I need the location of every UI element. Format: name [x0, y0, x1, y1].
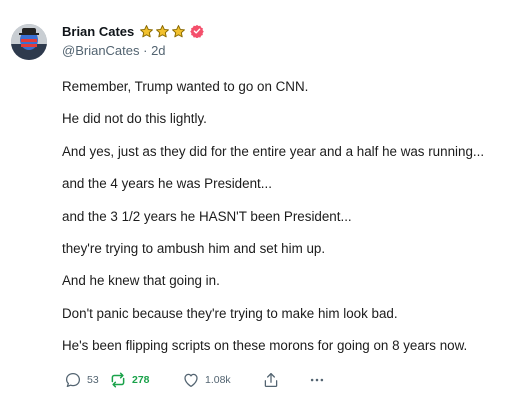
- heart-icon: [184, 373, 198, 388]
- post-header: Brian Cates @BrianCates · 2d: [62, 22, 515, 58]
- avatar-image: [11, 24, 47, 60]
- reply-count: 53: [87, 374, 99, 386]
- action-bar: 53 278 1.08k: [64, 371, 326, 389]
- repost-button[interactable]: 278: [109, 371, 182, 389]
- star-icon: [172, 24, 186, 37]
- like-count: 1.08k: [205, 374, 231, 386]
- like-button[interactable]: 1.08k: [182, 371, 262, 389]
- post-timestamp[interactable]: 2d: [151, 43, 165, 58]
- meta-separator: ·: [139, 43, 152, 58]
- post-text-line: they're trying to ambush him and set him…: [62, 240, 326, 256]
- post-body: Remember, Trump wanted to go on CNN. He …: [62, 71, 517, 363]
- reply-button[interactable]: 53: [64, 371, 109, 389]
- author-name[interactable]: Brian Cates: [62, 24, 134, 39]
- name-row: Brian Cates: [62, 22, 515, 40]
- post-card: Brian Cates @BrianCates · 2d Remember, T…: [0, 0, 525, 406]
- post-text-line: And he knew that going in.: [62, 273, 220, 289]
- more-icon: [310, 378, 324, 382]
- post-text-line: He's been flipping scripts on these moro…: [62, 338, 468, 354]
- post-text-line: He did not do this lightly.: [62, 111, 207, 127]
- star-icon: [140, 24, 154, 37]
- more-button[interactable]: [308, 371, 326, 389]
- repost-icon: [111, 372, 125, 388]
- avatar[interactable]: [11, 24, 47, 60]
- post-text-line: Don't panic because they're trying to ma…: [62, 305, 398, 321]
- share-icon: [264, 372, 278, 388]
- meta-row: @BrianCates · 2d: [62, 43, 515, 58]
- post-text-line: and the 4 years he was President...: [62, 176, 272, 192]
- comment-icon: [65, 372, 81, 388]
- share-button[interactable]: [262, 371, 308, 389]
- star-icon: [156, 24, 170, 37]
- repost-count: 278: [132, 374, 150, 386]
- post-text-line: and the 3 1/2 years he HASN'T been Presi…: [62, 208, 352, 224]
- post-text-line: And yes, just as they did for the entire…: [62, 143, 485, 159]
- verified-badge-icon: [190, 24, 205, 38]
- author-handle[interactable]: @BrianCates: [62, 43, 140, 58]
- post-text-line: Remember, Trump wanted to go on CNN.: [62, 79, 309, 94]
